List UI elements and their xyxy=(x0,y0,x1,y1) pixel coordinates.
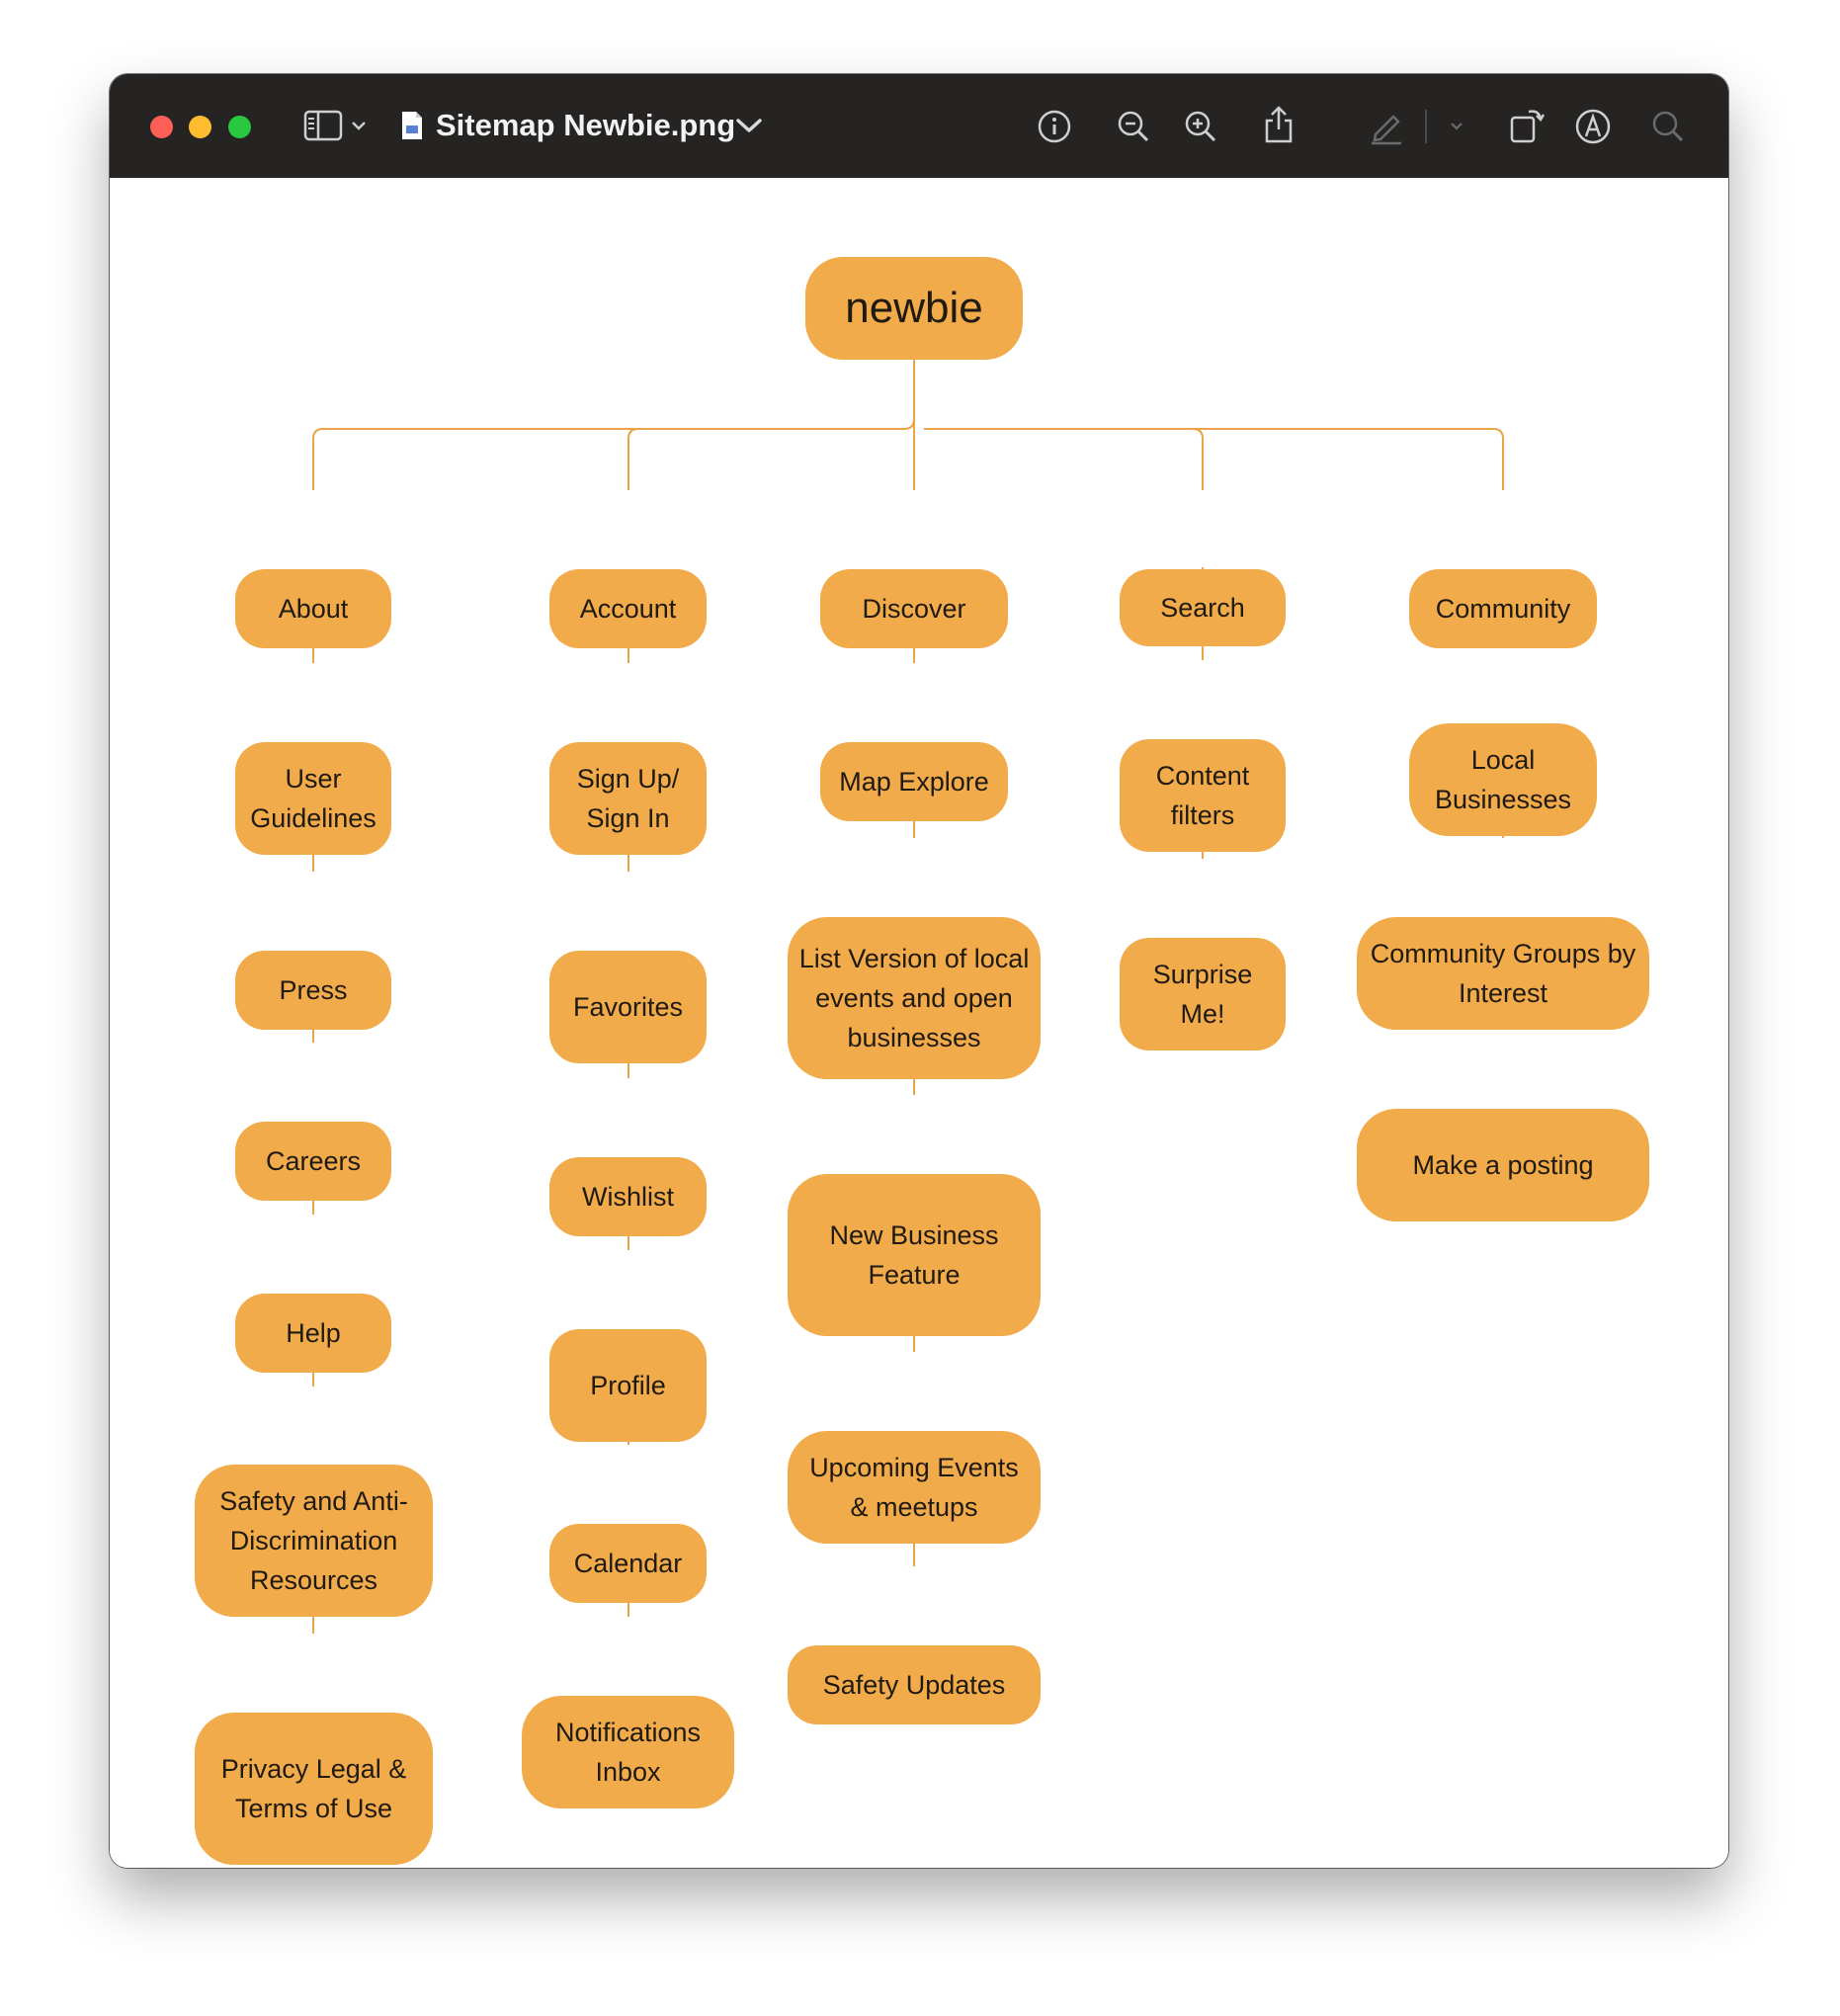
root-node: newbie xyxy=(805,257,1023,360)
node-calendar: Calendar xyxy=(549,1524,707,1603)
node-surprise-me: Surprise Me! xyxy=(1120,938,1286,1050)
node-wishlist: Wishlist xyxy=(549,1157,707,1236)
title-bar: Sitemap Newbie.png xyxy=(110,74,1728,178)
share-icon[interactable] xyxy=(1261,104,1296,145)
node-make-a-posting: Make a posting xyxy=(1357,1109,1649,1221)
node-notifications-inbox: Notifications Inbox xyxy=(522,1696,734,1808)
minimize-window-button[interactable] xyxy=(189,116,211,138)
node-community-groups: Community Groups by Interest xyxy=(1357,917,1649,1030)
node-content-filters: Content filters xyxy=(1120,739,1286,852)
node-community: Community xyxy=(1409,569,1597,648)
node-sign-up-sign-in: Sign Up/ Sign In xyxy=(549,742,707,855)
node-list-version: List Version of local events and open bu… xyxy=(788,917,1041,1079)
node-account: Account xyxy=(549,569,707,648)
node-favorites: Favorites xyxy=(549,951,707,1063)
preview-window: Sitemap Newbie.png newbie About User Gui… xyxy=(110,74,1728,1868)
document-icon xyxy=(398,108,426,143)
close-window-button[interactable] xyxy=(150,116,173,138)
zoom-window-button[interactable] xyxy=(228,116,251,138)
node-upcoming-events: Upcoming Events & meetups xyxy=(788,1431,1041,1544)
node-search: Search xyxy=(1120,569,1286,646)
image-canvas: newbie About User Guidelines Press Caree… xyxy=(110,178,1728,1868)
search-icon[interactable] xyxy=(1649,108,1687,145)
node-privacy-legal-terms: Privacy Legal & Terms of Use xyxy=(195,1713,433,1865)
markup-pen-icon[interactable] xyxy=(1367,107,1406,146)
node-safety-updates: Safety Updates xyxy=(788,1645,1041,1724)
node-safety-anti-discrimination: Safety and Anti-Discrimination Resources xyxy=(195,1465,433,1617)
node-about: About xyxy=(235,569,391,648)
zoom-in-icon[interactable] xyxy=(1182,108,1219,145)
toolbar-divider xyxy=(1425,110,1427,143)
node-careers: Careers xyxy=(235,1122,391,1201)
chevron-down-icon[interactable] xyxy=(350,116,368,135)
node-user-guidelines: User Guidelines xyxy=(235,742,391,855)
info-icon[interactable] xyxy=(1036,108,1073,145)
title-chevron-down-icon[interactable] xyxy=(734,112,764,139)
sidebar-icon[interactable] xyxy=(302,109,344,142)
node-local-businesses: Local Businesses xyxy=(1409,723,1597,836)
node-new-business-feature: New Business Feature xyxy=(788,1174,1041,1336)
annotate-icon[interactable] xyxy=(1573,107,1613,146)
node-profile: Profile xyxy=(549,1329,707,1442)
node-press: Press xyxy=(235,951,391,1030)
rotate-icon[interactable] xyxy=(1506,104,1547,145)
node-discover: Discover xyxy=(820,569,1008,648)
node-map-explore: Map Explore xyxy=(820,742,1008,821)
markup-chevron-down-icon[interactable] xyxy=(1447,118,1466,135)
node-help: Help xyxy=(235,1294,391,1373)
document-title: Sitemap Newbie.png xyxy=(436,108,736,142)
zoom-out-icon[interactable] xyxy=(1115,108,1152,145)
